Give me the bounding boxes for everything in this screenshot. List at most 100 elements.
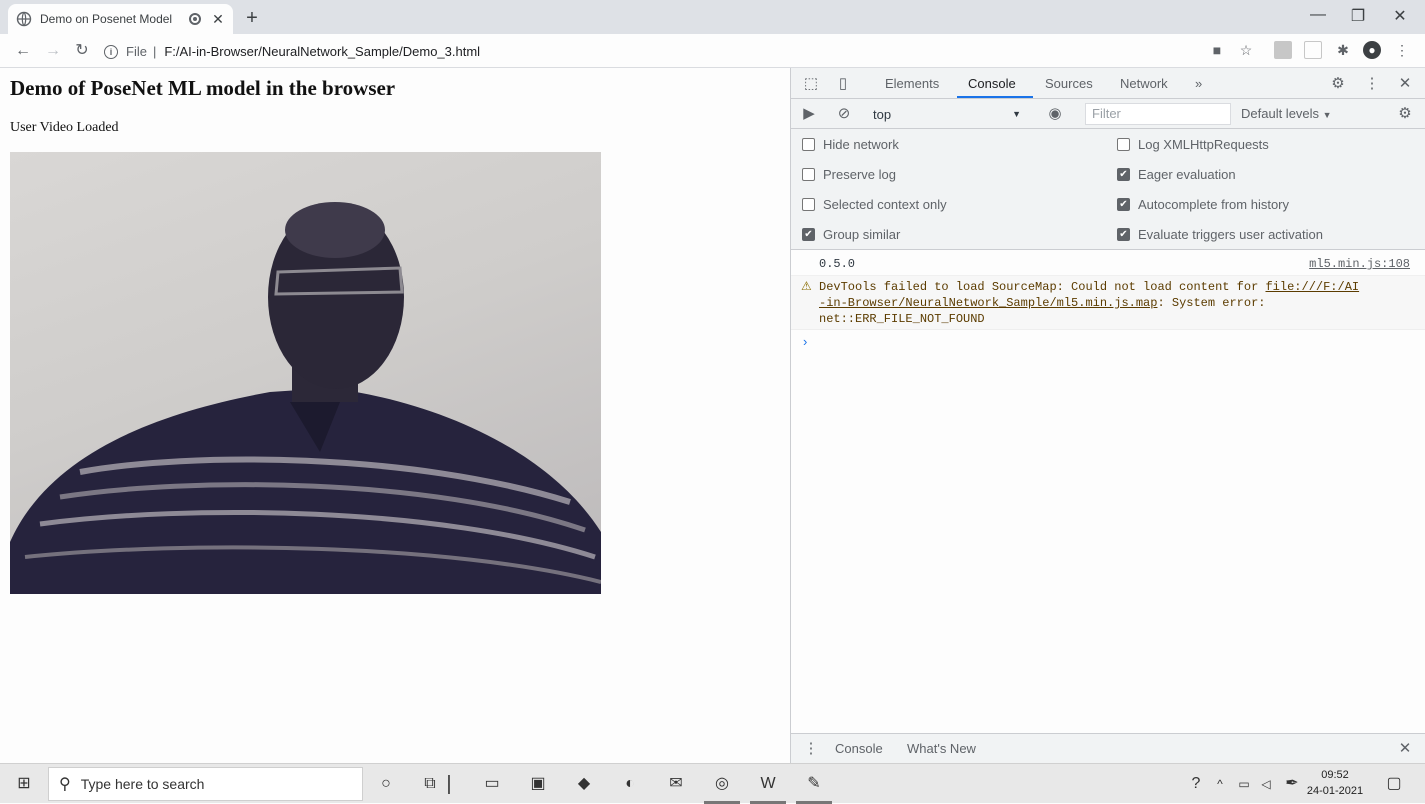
console-log-row: 0.5.0 ml5.min.js:108	[791, 254, 1425, 276]
browser-tab[interactable]: Demo on Posenet Model ✕	[8, 4, 233, 34]
taskbar-search-box[interactable]: ⚲ Type here to search	[48, 767, 363, 801]
profile-avatar-icon[interactable]: ●	[1363, 41, 1381, 59]
option-autocomplete-history[interactable]: ✔ Autocomplete from history	[1117, 197, 1289, 212]
checkbox-checked[interactable]: ✔	[1117, 228, 1130, 241]
extension-icon[interactable]	[1304, 41, 1322, 59]
volume-icon[interactable]: ◁	[1254, 772, 1278, 796]
taskbar-clock[interactable]: 09:52 24-01-2021	[1300, 767, 1370, 799]
new-tab-button[interactable]: +	[242, 7, 262, 30]
option-label: Eager evaluation	[1138, 167, 1236, 182]
mail-icon[interactable]: ✉	[664, 772, 688, 796]
extension-icon[interactable]	[1274, 41, 1292, 59]
log-levels-dropdown[interactable]: Default levels ▼	[1241, 106, 1332, 121]
option-preserve-log[interactable]: Preserve log	[802, 167, 896, 182]
console-prompt[interactable]: ›	[803, 334, 807, 349]
tab-elements[interactable]: Elements	[885, 76, 939, 91]
kebab-menu-icon[interactable]: ⋮	[1362, 74, 1382, 94]
window-close-button[interactable]: ✕	[1385, 6, 1415, 26]
webcam-video	[10, 152, 601, 594]
console-settings-icon[interactable]: ⚙	[1395, 104, 1415, 124]
taskbar-divider: |	[446, 773, 452, 795]
battery-icon[interactable]: ▭	[1232, 772, 1256, 796]
warning-link[interactable]: file:///F:/AI	[1265, 280, 1359, 294]
gear-icon[interactable]: ⚙	[1328, 74, 1348, 94]
globe-icon	[16, 11, 32, 27]
drawer-tab-whats-new[interactable]: What's New	[907, 741, 976, 756]
context-value: top	[873, 106, 892, 122]
checkbox[interactable]	[1117, 138, 1130, 151]
drawer-tab-console[interactable]: Console	[835, 741, 883, 756]
option-eager-evaluation[interactable]: ✔ Eager evaluation	[1117, 167, 1236, 182]
puzzle-icon[interactable]: ✱	[1334, 41, 1352, 59]
option-label: Hide network	[823, 137, 899, 152]
dropdown-arrow-icon: ▼	[1322, 110, 1332, 120]
file-explorer-icon[interactable]: ▭	[480, 772, 504, 796]
inspect-element-icon[interactable]: ⬚	[801, 74, 821, 94]
log-source-link[interactable]: ml5.min.js:108	[1309, 257, 1410, 271]
option-log-xhr[interactable]: Log XMLHttpRequests	[1117, 137, 1269, 152]
warning-link[interactable]: -in-Browser/NeuralNetwork_Sample/ml5.min…	[819, 296, 1157, 310]
clear-console-icon[interactable]: ⊘	[834, 104, 854, 124]
star-icon[interactable]: ☆	[1237, 41, 1255, 59]
web-page: Demo of PoseNet ML model in the browser …	[0, 68, 790, 763]
log-message: 0.5.0	[819, 257, 856, 271]
log-levels-label: Default levels	[1241, 106, 1320, 121]
maximize-button[interactable]: ❐	[1343, 6, 1373, 26]
checkbox[interactable]	[802, 168, 815, 181]
address-bar[interactable]: i File | F:/AI-in-Browser/NeuralNetwork_…	[104, 38, 1194, 65]
info-icon[interactable]: i	[104, 44, 118, 59]
chrome-icon[interactable]: ◎	[710, 772, 734, 796]
checkbox-checked[interactable]: ✔	[1117, 168, 1130, 181]
checkbox[interactable]	[802, 198, 815, 211]
devtools-tab-bar: ⬚ ▯ Elements Console Sources Network » ⚙…	[791, 68, 1425, 99]
taskbar-search-placeholder: Type here to search	[80, 776, 205, 792]
option-selected-context[interactable]: Selected context only	[802, 197, 947, 212]
checkbox-checked[interactable]: ✔	[1117, 198, 1130, 211]
menu-icon[interactable]: ⋮	[1393, 41, 1411, 59]
tab-sources[interactable]: Sources	[1045, 76, 1093, 91]
tab-network[interactable]: Network	[1120, 76, 1168, 91]
tab-console[interactable]: Console	[968, 76, 1016, 91]
cortana-icon[interactable]: ○	[374, 772, 398, 796]
drawer-menu-icon[interactable]: ⋮	[801, 739, 821, 759]
close-drawer-icon[interactable]: ✕	[1395, 739, 1415, 759]
devtools-panel: ⬚ ▯ Elements Console Sources Network » ⚙…	[790, 68, 1425, 763]
close-devtools-icon[interactable]: ✕	[1395, 74, 1415, 94]
option-label: Group similar	[823, 227, 901, 242]
word-icon[interactable]: W	[756, 772, 780, 796]
warning-text: DevTools failed to load SourceMap: Could…	[819, 280, 1266, 294]
forward-button[interactable]: →	[42, 40, 64, 62]
eye-icon[interactable]: ◉	[1045, 104, 1065, 124]
notification-icon[interactable]: ▢	[1382, 772, 1406, 796]
console-settings-pane: Hide network Preserve log Selected conte…	[791, 129, 1425, 250]
tab-close-button[interactable]: ✕	[211, 11, 225, 28]
task-view-icon[interactable]: ⧉	[418, 772, 442, 796]
windows-start-icon[interactable]: ⊞	[12, 772, 36, 796]
more-tabs-button[interactable]: »	[1195, 76, 1202, 91]
console-filter-input[interactable]: Filter	[1085, 103, 1231, 125]
option-hide-network[interactable]: Hide network	[802, 137, 899, 152]
back-button[interactable]: ←	[12, 40, 34, 62]
minimize-button[interactable]: —	[1303, 6, 1333, 24]
help-icon[interactable]: ?	[1184, 772, 1208, 796]
edge-icon[interactable]: ◐	[618, 772, 642, 796]
checkbox[interactable]	[802, 138, 815, 151]
reload-button[interactable]: ↻	[71, 40, 93, 62]
camera-icon[interactable]: ■	[1208, 41, 1226, 59]
chevron-up-icon[interactable]: ^	[1208, 772, 1232, 796]
store-icon[interactable]: ▣	[526, 772, 550, 796]
device-toolbar-icon[interactable]: ▯	[833, 74, 853, 94]
person-video-frame	[10, 202, 601, 594]
devtools-drawer: ⋮ Console What's New ✕	[791, 733, 1425, 763]
clock-time: 09:52	[1321, 769, 1349, 781]
search-icon: ⚲	[59, 776, 71, 793]
checkbox-checked[interactable]: ✔	[802, 228, 815, 241]
context-selector[interactable]: top ▼	[867, 104, 1027, 124]
option-evaluate-triggers[interactable]: ✔ Evaluate triggers user activation	[1117, 227, 1323, 242]
option-label: Evaluate triggers user activation	[1138, 227, 1323, 242]
paint-icon[interactable]: ✎	[802, 772, 826, 796]
option-group-similar[interactable]: ✔ Group similar	[802, 227, 900, 242]
browser-tabstrip: Demo on Posenet Model ✕ + — ❐ ✕	[0, 0, 1425, 34]
sidebar-toggle-icon[interactable]: ▶	[799, 104, 819, 124]
office-icon[interactable]: ◆	[572, 772, 596, 796]
